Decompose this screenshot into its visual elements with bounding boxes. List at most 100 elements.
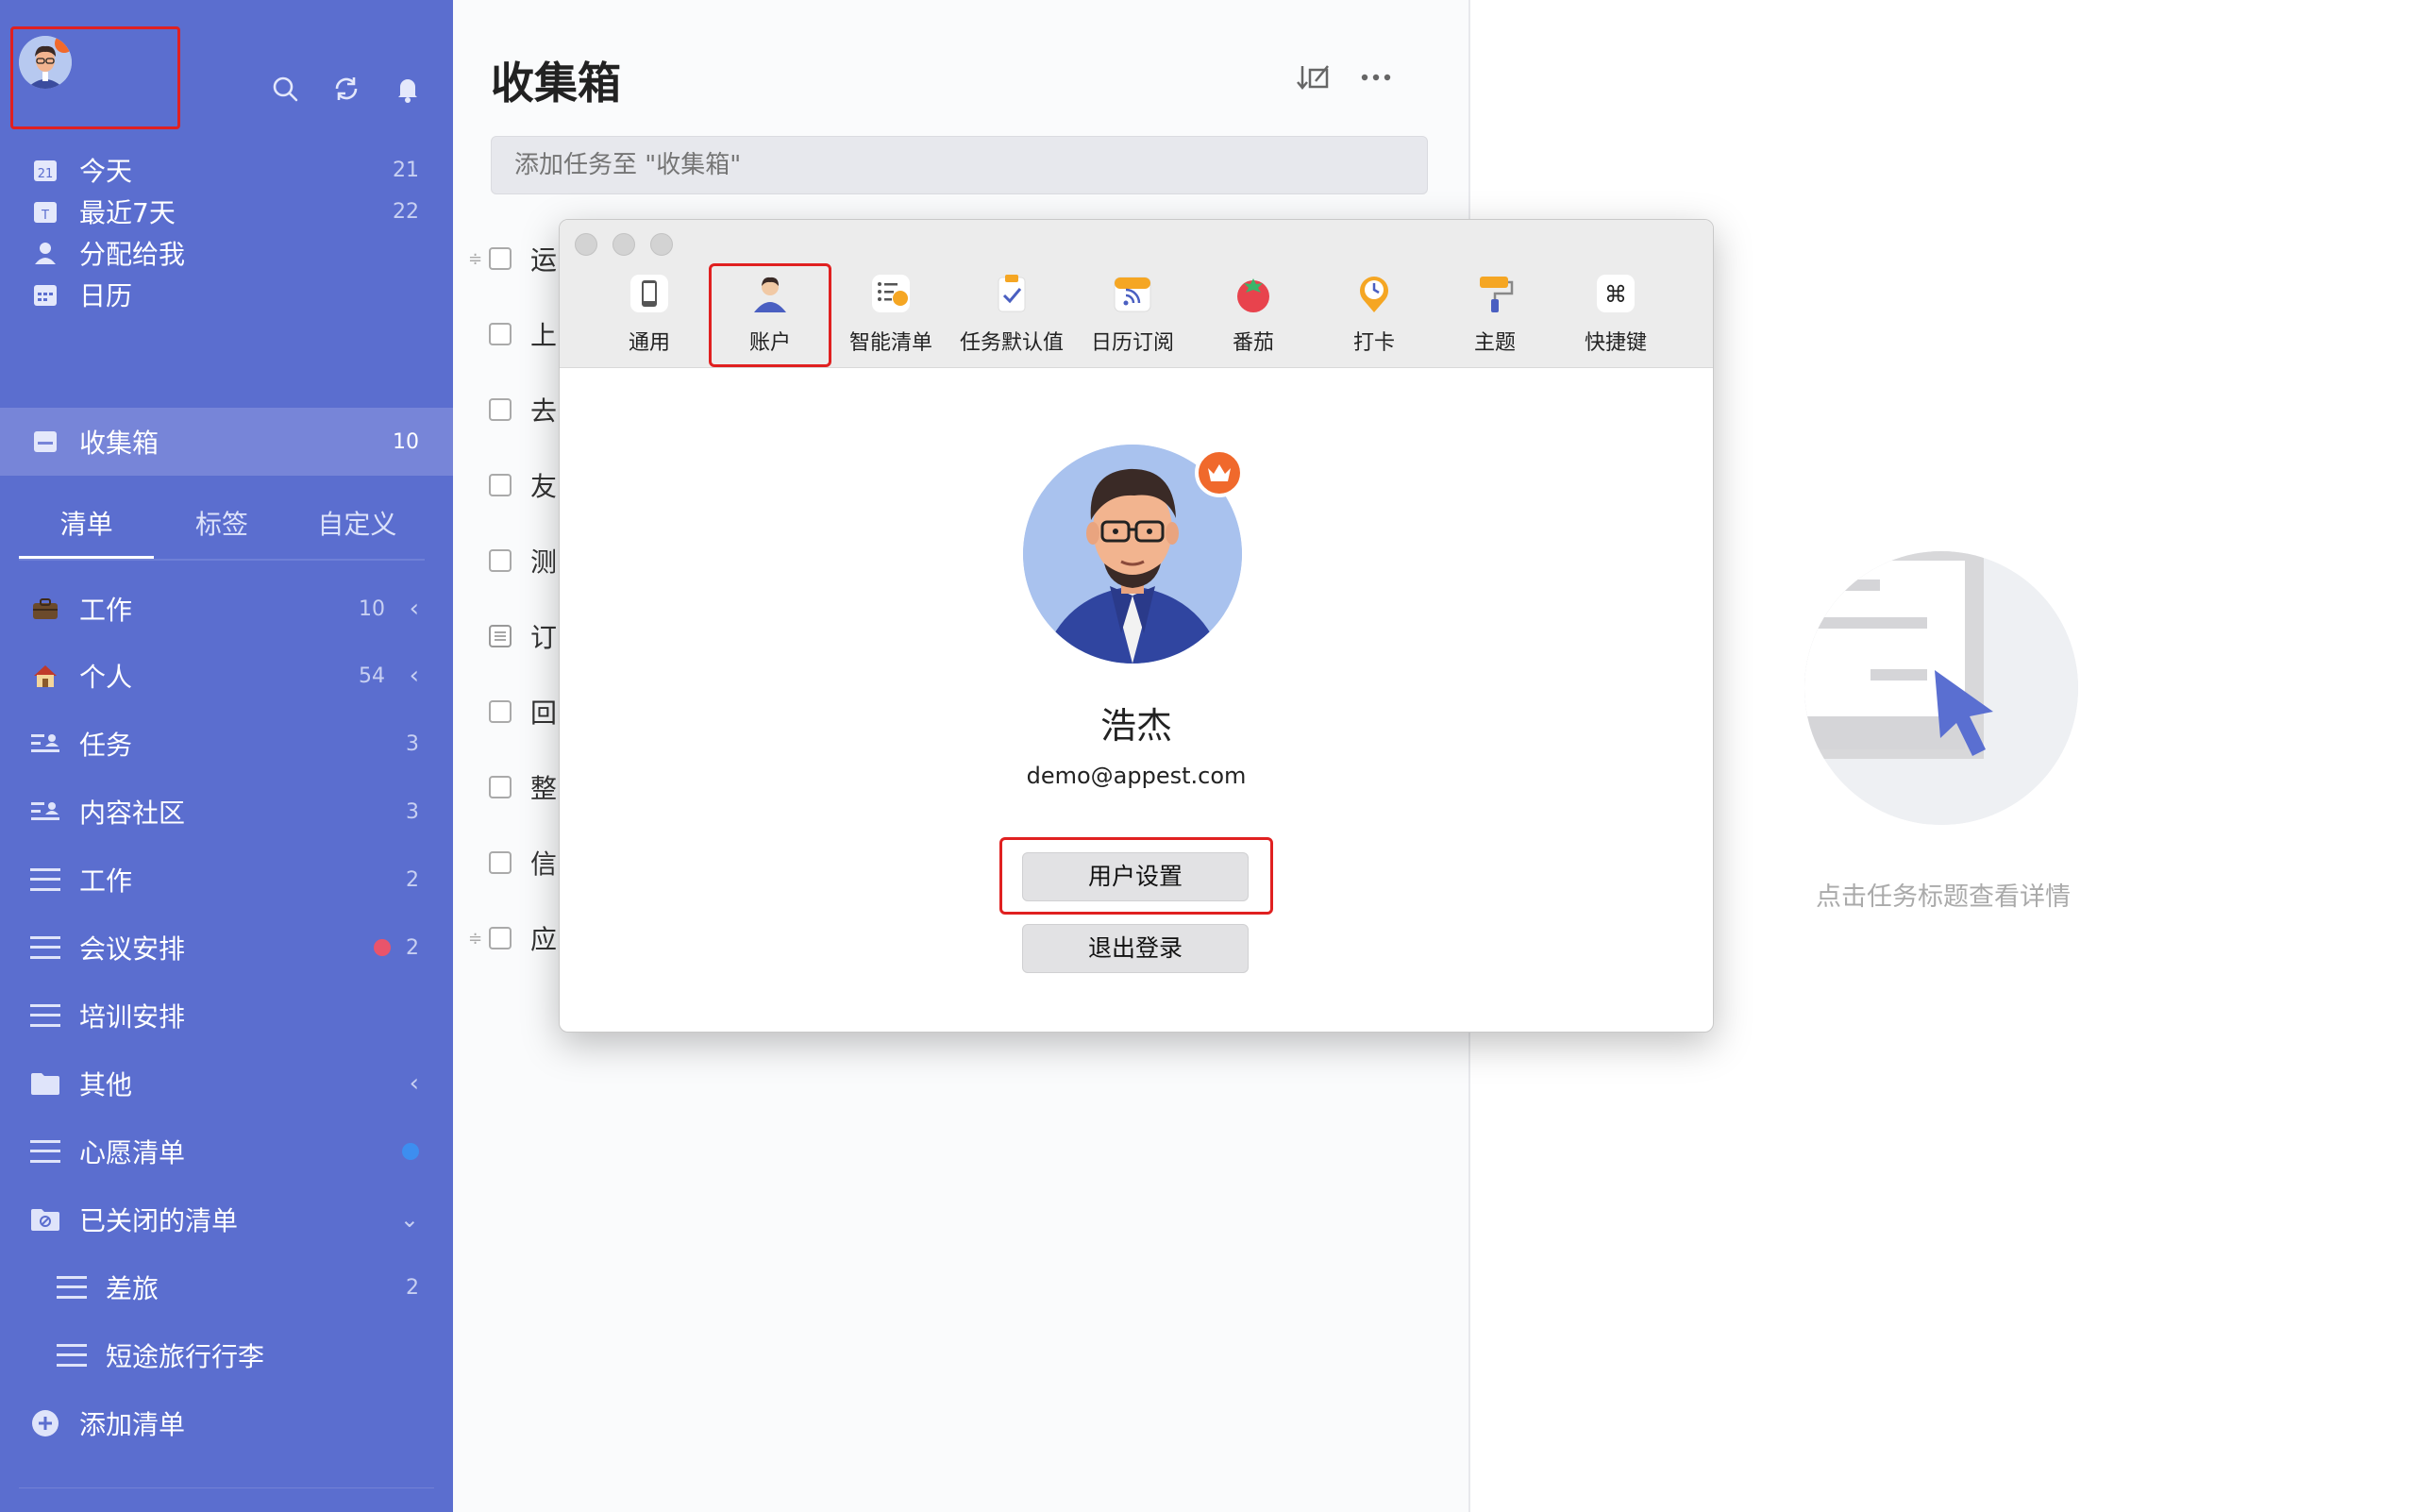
task-title[interactable]: 友 xyxy=(530,466,557,504)
add-circle-icon xyxy=(30,1408,60,1438)
task-checkbox[interactable] xyxy=(489,247,512,270)
sidebar-item-count: 2 xyxy=(406,1275,419,1300)
task-row[interactable]: 测 xyxy=(489,542,557,580)
sort-icon[interactable] xyxy=(1297,62,1331,100)
chevron-left-icon[interactable]: ‹ xyxy=(410,1069,419,1098)
window-minimize-button[interactable] xyxy=(612,233,635,256)
task-row[interactable]: 去 xyxy=(489,391,557,428)
sidebar-item-work-list[interactable]: 工作 2 xyxy=(0,846,453,914)
more-options-icon[interactable] xyxy=(1359,62,1393,100)
sidebar-item-label: 任务 xyxy=(79,730,133,761)
checklist-icon[interactable] xyxy=(489,625,512,647)
add-task-input[interactable] xyxy=(491,136,1428,194)
tab-smart-list[interactable]: 智能清单 xyxy=(831,269,950,363)
task-title[interactable]: 订 xyxy=(530,617,557,655)
closed-folder-icon xyxy=(30,1204,60,1235)
tab-check-in[interactable]: 打卡 xyxy=(1315,269,1434,363)
task-row[interactable]: 上 xyxy=(489,315,557,353)
drag-handle-icon[interactable]: ≑ xyxy=(468,929,482,949)
task-title[interactable]: 整 xyxy=(530,768,557,806)
logout-button[interactable]: 退出登录 xyxy=(1022,924,1249,973)
tab-pomodoro[interactable]: 番茄 xyxy=(1194,269,1313,363)
task-title[interactable]: 上 xyxy=(530,315,557,353)
task-checkbox[interactable] xyxy=(489,700,512,723)
task-row[interactable]: ≑ 应 xyxy=(468,919,557,957)
tab-custom[interactable]: 自定义 xyxy=(290,500,425,559)
sidebar-item-tasks[interactable]: 任务 3 xyxy=(0,710,453,778)
sidebar-item-label: 会议安排 xyxy=(79,933,186,965)
tab-label: 番茄 xyxy=(1232,331,1274,355)
task-checkbox[interactable] xyxy=(489,398,512,421)
task-checkbox[interactable] xyxy=(489,851,512,874)
sidebar-item-count: 3 xyxy=(406,799,419,824)
sidebar-item-work-folder[interactable]: 工作 10 ‹ xyxy=(0,575,453,643)
sidebar-item-personal-folder[interactable]: 个人 54 ‹ xyxy=(0,642,453,710)
sidebar-item-calendar[interactable]: 日历 xyxy=(0,260,453,328)
task-row[interactable]: 友 xyxy=(489,466,557,504)
calendar-feed-icon xyxy=(1108,269,1157,318)
chevron-left-icon[interactable]: ‹ xyxy=(410,595,419,623)
sidebar-item-count: 10 xyxy=(393,429,419,454)
bell-icon[interactable] xyxy=(393,74,423,104)
sidebar-item-training-schedule[interactable]: 培训安排 xyxy=(0,982,453,1050)
color-dot xyxy=(402,1143,419,1160)
sidebar-item-closed-lists[interactable]: 已关闭的清单 ⌄ xyxy=(0,1185,453,1253)
task-title[interactable]: 回 xyxy=(530,693,557,731)
task-row[interactable]: 信 xyxy=(489,844,557,882)
chevron-down-icon[interactable]: ⌄ xyxy=(400,1206,419,1233)
list-icon xyxy=(30,1000,60,1031)
premium-crown-icon xyxy=(1195,448,1244,497)
chevron-left-icon[interactable]: ‹ xyxy=(410,662,419,690)
sync-icon[interactable] xyxy=(331,74,361,104)
list-icon xyxy=(57,1272,87,1302)
task-checkbox[interactable] xyxy=(489,927,512,949)
task-checkbox[interactable] xyxy=(489,474,512,496)
window-zoom-button[interactable] xyxy=(650,233,673,256)
tab-label: 快捷键 xyxy=(1584,331,1647,355)
user-email: demo@appest.com xyxy=(1026,763,1247,789)
sidebar-item-inbox[interactable]: 收集箱 10 xyxy=(0,408,453,476)
tab-tags[interactable]: 标签 xyxy=(154,500,289,559)
sidebar-item-short-trip-luggage[interactable]: 短途旅行行李 xyxy=(0,1321,453,1389)
tab-calendar-subscription[interactable]: 日历订阅 xyxy=(1073,269,1192,363)
sidebar-item-other-folder[interactable]: 其他 ‹ xyxy=(0,1050,453,1117)
task-checkbox[interactable] xyxy=(489,549,512,572)
task-title[interactable]: 测 xyxy=(530,542,557,580)
settings-dialog: 通用 账户 智能清单 任务默认值 日历订阅 番茄 打卡 主题 ⌘ 快捷键 浩杰 … xyxy=(559,219,1714,1033)
sidebar-item-label: 短途旅行行李 xyxy=(106,1341,265,1372)
task-checkbox[interactable] xyxy=(489,323,512,345)
empty-detail-illustration xyxy=(1804,551,2078,825)
task-title[interactable]: 应 xyxy=(530,919,557,957)
sidebar-tabs: 清单 标签 自定义 xyxy=(19,500,425,561)
sidebar-item-content-community[interactable]: 内容社区 3 xyxy=(0,778,453,846)
tomato-icon xyxy=(1229,269,1278,318)
tab-task-defaults[interactable]: 任务默认值 xyxy=(952,269,1071,363)
sidebar-item-count: 10 xyxy=(359,596,385,621)
sidebar-item-label: 已关闭的清单 xyxy=(79,1205,239,1236)
task-row[interactable]: ≑ 运 xyxy=(468,240,557,277)
tab-lists[interactable]: 清单 xyxy=(19,500,155,559)
svg-text:⌘: ⌘ xyxy=(1604,281,1627,308)
task-row[interactable]: 回 xyxy=(489,693,557,731)
task-title[interactable]: 信 xyxy=(530,844,557,882)
task-row[interactable]: 整 xyxy=(489,768,557,806)
list-icon xyxy=(30,1136,60,1167)
page-title: 收集箱 xyxy=(491,58,621,109)
search-icon[interactable] xyxy=(270,74,300,104)
task-row[interactable]: 订 xyxy=(489,617,557,655)
task-title[interactable]: 运 xyxy=(530,240,557,277)
sidebar-item-wishlist[interactable]: 心愿清单 xyxy=(0,1117,453,1185)
tab-label: 通用 xyxy=(628,331,670,355)
sidebar-item-meeting-schedule[interactable]: 会议安排 2 xyxy=(0,914,453,982)
add-list-button[interactable]: 添加清单 xyxy=(0,1389,453,1457)
tab-general[interactable]: 通用 xyxy=(590,269,709,363)
window-close-button[interactable] xyxy=(575,233,597,256)
tab-shortcuts[interactable]: ⌘ 快捷键 xyxy=(1556,269,1675,363)
clock-pin-icon xyxy=(1350,269,1399,318)
task-checkbox[interactable] xyxy=(489,776,512,798)
sidebar-item-business-trip[interactable]: 差旅 2 xyxy=(0,1253,453,1321)
sidebar-item-label: 日历 xyxy=(79,280,133,311)
task-title[interactable]: 去 xyxy=(530,391,557,428)
tab-theme[interactable]: 主题 xyxy=(1435,269,1554,363)
drag-handle-icon[interactable]: ≑ xyxy=(468,249,482,269)
